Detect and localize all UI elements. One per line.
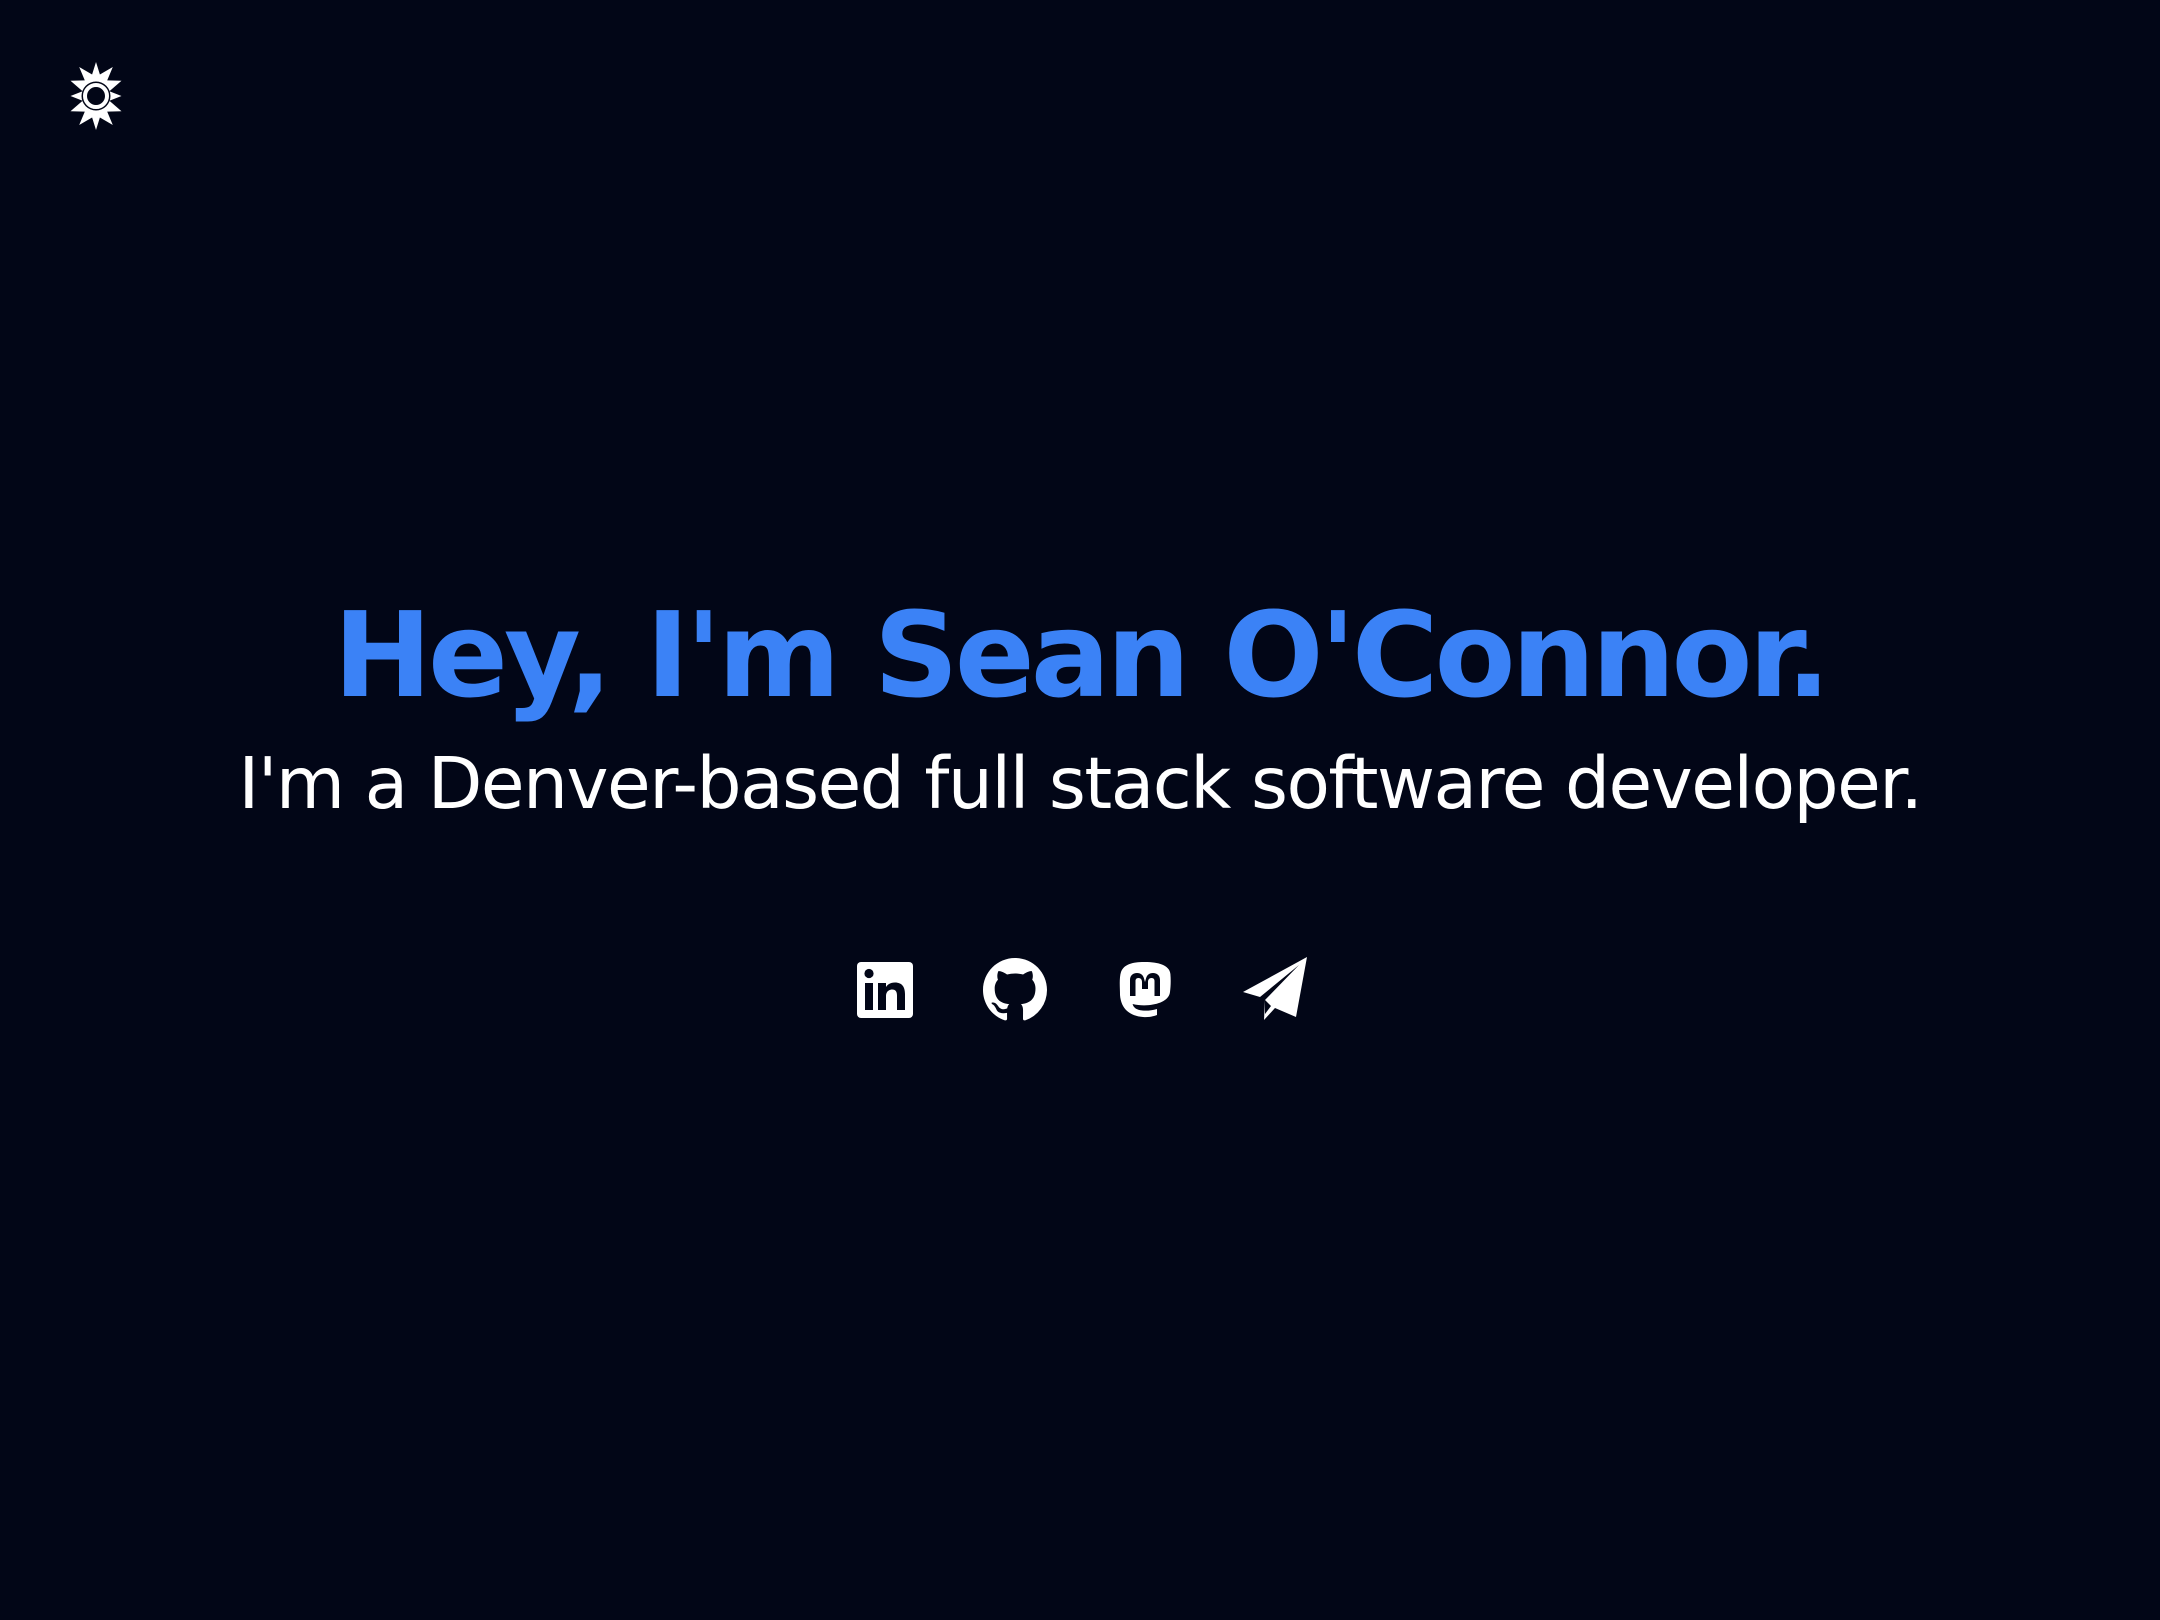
social-links — [0, 950, 2160, 1030]
sun-icon — [58, 58, 134, 134]
mastodon-icon — [1116, 959, 1174, 1021]
email-link[interactable] — [1242, 957, 1308, 1023]
hero-subtitle: I'm a Denver-based full stack software d… — [238, 742, 1923, 825]
hero-section: Hey, I'm Sean O'Connor. I'm a Denver-bas… — [0, 580, 2160, 834]
mastodon-link[interactable] — [1112, 957, 1178, 1023]
linkedin-icon — [855, 960, 915, 1020]
theme-toggle-button[interactable] — [58, 58, 134, 134]
github-link[interactable] — [982, 957, 1048, 1023]
paper-plane-icon — [1240, 955, 1310, 1025]
linkedin-link[interactable] — [852, 957, 918, 1023]
hero-title: Hey, I'm Sean O'Connor. — [333, 586, 1831, 724]
github-icon — [983, 958, 1047, 1022]
